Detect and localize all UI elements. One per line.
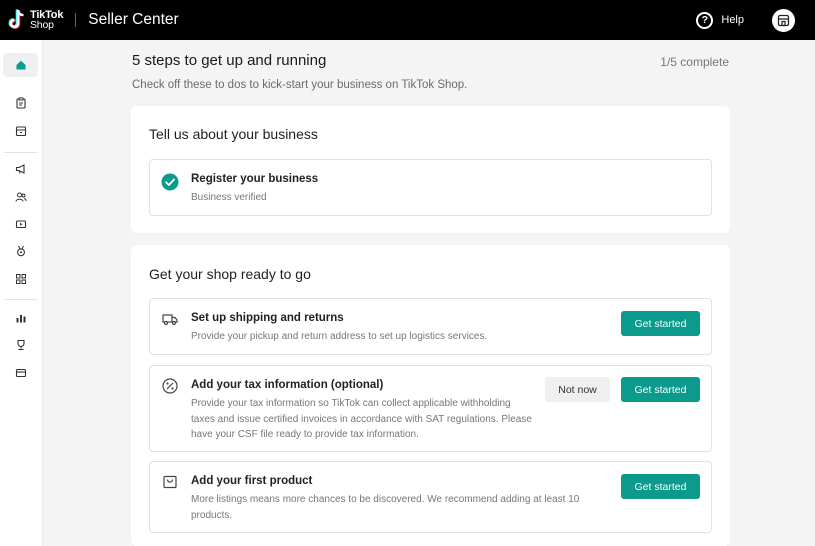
step-register-business[interactable]: Register your business Business verified <box>149 159 712 216</box>
card-icon <box>15 368 26 378</box>
app-title: Seller Center <box>88 11 179 28</box>
step-tax-information: Add your tax information (optional) Prov… <box>149 365 712 452</box>
help-label: Help <box>721 14 744 26</box>
store-avatar-button[interactable] <box>772 8 795 32</box>
apps-grid-icon <box>15 274 26 284</box>
home-icon <box>16 60 25 70</box>
bag-icon <box>163 475 177 489</box>
step-description: Provide your pickup and return address t… <box>191 331 488 342</box>
section-title: Get your shop ready to go <box>149 266 311 282</box>
step-description: Provide your tax information so TikTok c… <box>191 398 532 440</box>
sidebar-item-apps[interactable] <box>3 267 38 291</box>
step-title: Add your tax information (optional) <box>191 379 384 391</box>
top-bar: TikTok Shop Seller Center ? Help <box>0 0 815 40</box>
step-first-product: Add your first product More listings mea… <box>149 461 712 533</box>
step-shipping-returns: Set up shipping and returns Provide your… <box>149 298 712 355</box>
megaphone-icon <box>15 164 25 174</box>
box-icon <box>15 126 26 137</box>
help-button[interactable]: ? Help <box>696 11 744 29</box>
shop-ready-section: Get your shop ready to go Set up shippin… <box>131 245 730 546</box>
sidebar-item-live-video[interactable] <box>3 212 38 236</box>
logo-line-2: Shop <box>30 19 54 31</box>
step-title: Set up shipping and returns <box>191 312 344 324</box>
medal-icon <box>16 245 25 257</box>
percent-icon <box>162 378 178 394</box>
tax-get-started-button[interactable]: Get started <box>621 377 700 402</box>
trophy-icon <box>16 339 25 351</box>
step-title: Add your first product <box>191 475 313 487</box>
step-description: Business verified <box>191 192 267 203</box>
sidebar-divider <box>4 152 37 153</box>
sidebar-item-affiliate[interactable] <box>3 185 38 209</box>
check-circle-icon <box>161 173 179 191</box>
step-title: Register your business <box>191 173 319 185</box>
progress-count: 1/5 complete <box>660 55 729 69</box>
sidebar-item-finance[interactable] <box>3 361 38 385</box>
clipboard-icon <box>15 97 26 109</box>
sidebar-item-rewards[interactable] <box>3 239 38 263</box>
bar-chart-icon <box>16 315 25 323</box>
header-divider <box>75 13 77 27</box>
sidebar-item-home[interactable] <box>3 53 38 77</box>
step-description: More listings means more chances to be d… <box>191 494 580 521</box>
video-icon <box>15 220 26 229</box>
sidebar-item-marketing[interactable] <box>3 157 38 181</box>
truck-icon <box>162 314 178 326</box>
sidebar-item-achievements[interactable] <box>3 333 38 357</box>
users-icon <box>15 192 26 202</box>
tax-not-now-button[interactable]: Not now <box>545 377 610 402</box>
tiktok-shop-logo[interactable]: TikTok Shop <box>8 9 63 31</box>
store-icon <box>777 14 790 26</box>
sidebar-item-analytics[interactable] <box>3 306 38 330</box>
question-circle-icon: ? <box>696 11 714 29</box>
sidebar-item-products[interactable] <box>3 119 38 143</box>
tiktok-logo-icon <box>8 9 24 29</box>
page-subtitle: Check off these to dos to kick-start you… <box>132 79 468 91</box>
sidebar-item-orders[interactable] <box>3 91 38 115</box>
page-title: 5 steps to get up and running <box>132 52 327 69</box>
sidebar-divider <box>4 299 37 300</box>
section-title: Tell us about your business <box>149 126 318 142</box>
sidebar <box>0 40 43 546</box>
product-get-started-button[interactable]: Get started <box>621 474 700 499</box>
business-section: Tell us about your business Register you… <box>131 106 730 233</box>
shipping-get-started-button[interactable]: Get started <box>621 311 700 336</box>
